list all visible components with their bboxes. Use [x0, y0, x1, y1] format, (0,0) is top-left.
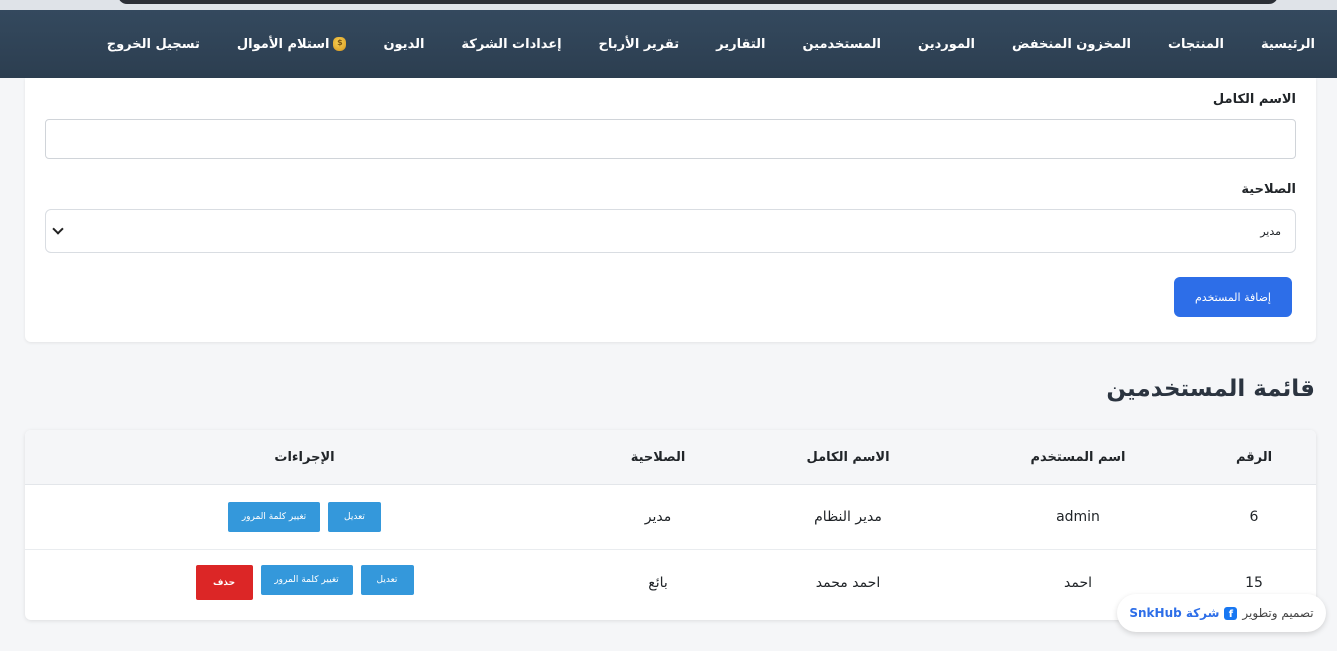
cell-actions: تعديل تغيير كلمة المرور: [25, 485, 584, 549]
nav-users[interactable]: المستخدمين: [802, 37, 881, 52]
credit-company: شركة SnkHub: [1129, 606, 1220, 620]
cell-actions: تعديل تغيير كلمة المرور حذف: [25, 550, 584, 615]
address-bar: [118, 0, 1278, 4]
edit-button[interactable]: تعديل: [360, 565, 414, 595]
change-password-button[interactable]: تغيير كلمة المرور: [260, 565, 353, 595]
change-password-button[interactable]: تغيير كلمة المرور: [228, 502, 320, 532]
fullname-label: الاسم الكامل: [1212, 92, 1296, 107]
page-title: قائمة المستخدمين: [1106, 376, 1315, 402]
edit-button[interactable]: تعديل: [328, 502, 381, 532]
nav-suppliers[interactable]: الموردين: [918, 37, 975, 52]
delete-button[interactable]: حذف: [195, 565, 253, 600]
facebook-icon: f: [1224, 606, 1238, 620]
table-header: الرقم اسم المستخدم الاسم الكامل الصلاحية…: [25, 430, 1316, 485]
nav-reports[interactable]: التقارير: [716, 37, 765, 52]
header-role: الصلاحية: [630, 449, 686, 465]
nav-company-settings[interactable]: إعدادات الشركة: [461, 37, 561, 52]
nav-products[interactable]: المنتجات: [1168, 37, 1224, 52]
money-bag-icon: [333, 37, 347, 51]
add-user-button[interactable]: إضافة المستخدم: [1174, 277, 1292, 317]
cell-num: 6: [1249, 509, 1259, 525]
nav-low-stock[interactable]: المخزون المنخفض: [1012, 37, 1131, 52]
role-label: الصلاحية: [1241, 182, 1296, 197]
chevron-down-icon: [52, 223, 64, 235]
header-num: الرقم: [1235, 449, 1273, 465]
users-table: الرقم اسم المستخدم الاسم الكامل الصلاحية…: [25, 430, 1316, 620]
header-username: اسم المستخدم: [1030, 449, 1126, 465]
cell-fullname: احمد محمد: [815, 574, 881, 591]
nav-home[interactable]: الرئيسية: [1261, 37, 1315, 52]
cell-role: مدير: [644, 509, 672, 525]
add-user-form: الاسم الكامل الصلاحية مدير إضافة المستخد…: [25, 78, 1316, 342]
header-fullname: الاسم الكامل: [806, 449, 890, 465]
table-row: 6 admin مدير النظام مدير تعديل تغيير كلم…: [25, 485, 1316, 550]
nav-profit-report[interactable]: تقرير الأرباح: [599, 37, 680, 52]
credit-text: تصميم وتطوير: [1242, 606, 1314, 620]
nav-receive-money-label: استلام الأموال: [236, 36, 330, 52]
cell-username: admin: [1056, 509, 1100, 525]
header-actions: الإجراءات: [274, 449, 335, 465]
credit-badge[interactable]: تصميم وتطوير f شركة SnkHub: [1117, 594, 1326, 632]
browser-top-strip: [0, 0, 1337, 10]
nav-receive-money[interactable]: استلام الأموال: [237, 37, 347, 52]
role-select[interactable]: مدير: [45, 209, 1296, 253]
role-select-value: مدير: [1260, 224, 1281, 238]
fullname-input[interactable]: [45, 119, 1296, 159]
nav-debts[interactable]: الديون: [383, 37, 424, 52]
main-navbar: الرئيسية المنتجات المخزون المنخفض المورد…: [0, 10, 1337, 78]
cell-role: بائع: [648, 574, 668, 591]
cell-fullname: مدير النظام: [814, 509, 882, 525]
nav-logout[interactable]: تسجيل الخروج: [107, 37, 200, 52]
